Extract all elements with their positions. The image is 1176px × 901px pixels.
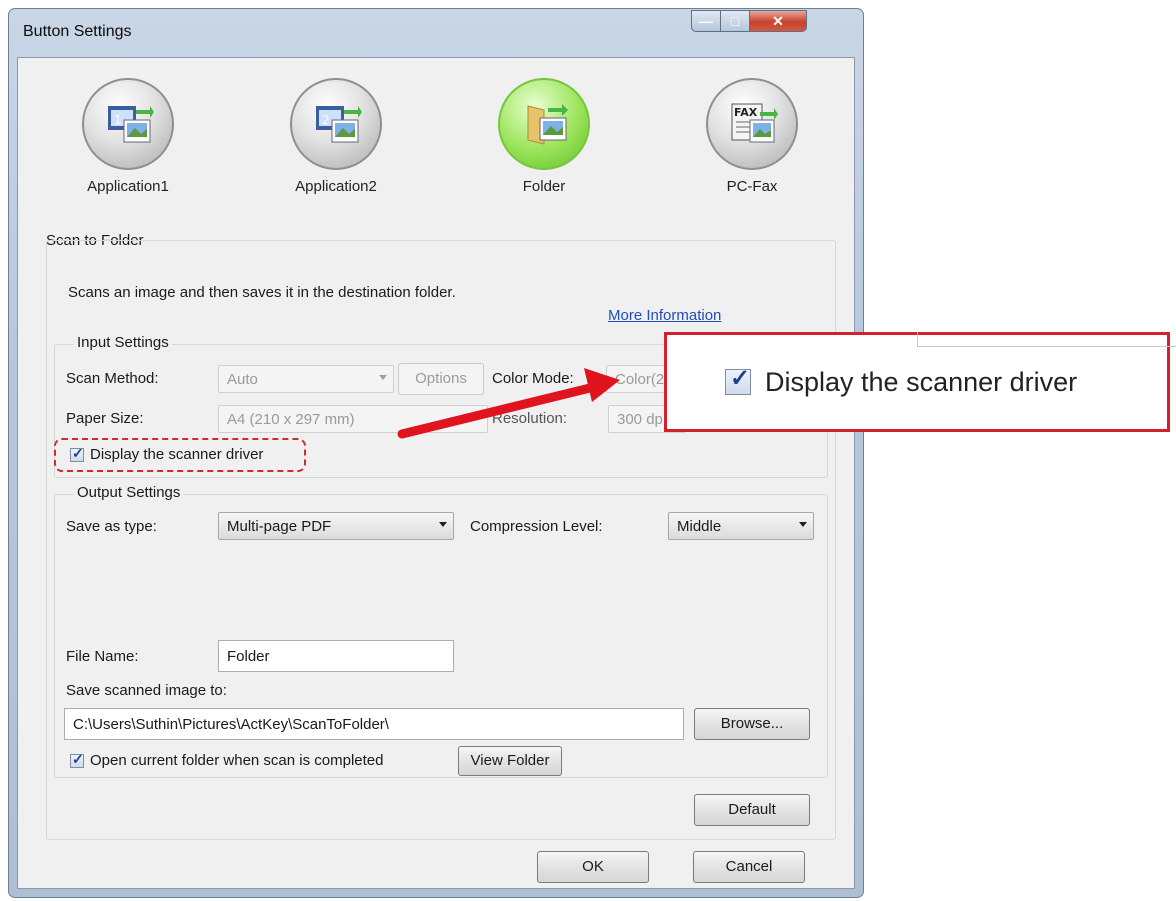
annotation-arrow: [397, 368, 620, 439]
zoomed-checkbox: ✓: [725, 365, 751, 395]
arrow-shaft: [397, 383, 595, 439]
zoom-callout: ✓ Display the scanner driver: [664, 332, 1176, 432]
checkmark-icon: ✓: [730, 365, 751, 392]
arrow-head-icon: [584, 368, 620, 402]
zoomed-display-driver-label: Display the scanner driver: [765, 367, 1078, 397]
callout-fragment-line: [917, 332, 1176, 347]
